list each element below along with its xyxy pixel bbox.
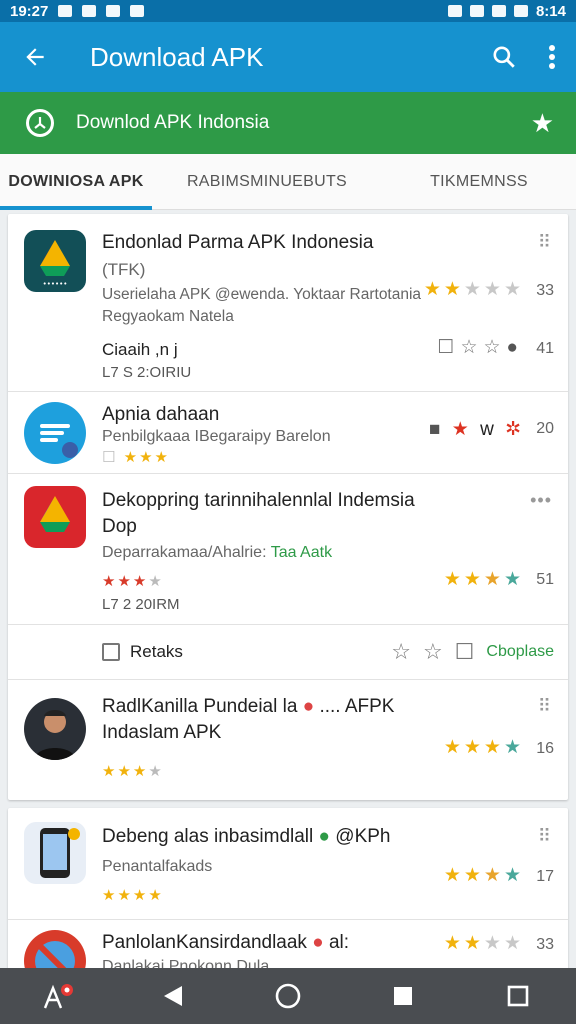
banner-label: Downlod APK Indonsia — [76, 112, 270, 133]
page-title: Download APK — [90, 41, 264, 72]
mini-rating: ★★★★ — [102, 763, 164, 780]
recents-nav-button[interactable] — [373, 968, 433, 1024]
retake-label: Retaks — [130, 641, 183, 661]
item-title: Apnia dahaan — [102, 404, 220, 425]
search-icon — [493, 46, 515, 68]
item-subtitle: (TFK) — [102, 260, 146, 279]
svg-text:••••••: •••••• — [43, 280, 68, 288]
download-logo-icon — [26, 109, 54, 137]
more-icon[interactable]: ⠿ — [538, 232, 552, 253]
list-item[interactable]: Apnia dahaan Penbilgkaaa IBegaraipy Bare… — [8, 392, 568, 474]
comment-count: 41 — [536, 340, 554, 357]
item-title: Endonlad Parma APK Indonesia — [102, 232, 374, 253]
tab-second[interactable]: RABIMSMINUEBUTS — [152, 154, 382, 209]
drive-red-app-icon — [24, 486, 86, 548]
back-arrow-icon — [26, 48, 44, 66]
more-icon[interactable]: ⠿ — [538, 826, 552, 847]
item-title: Debeng alas inbasimdlall ● @KPh — [102, 826, 391, 847]
rating-stars: ☐ ★★★ — [102, 449, 170, 466]
mini-rating: ★★★★ — [102, 573, 164, 590]
item-subtitle: Penantalfakads — [102, 858, 213, 875]
tab-third[interactable]: TIKMEMNSS — [382, 154, 576, 209]
list-item[interactable]: Dekoppring tarinnihalennlal Indemsia Dop… — [8, 474, 568, 680]
item-action-row: Retaks ☆☆☐ Cboplase — [8, 624, 568, 678]
drive-app-icon: •••••• — [24, 230, 86, 292]
search-button[interactable] — [480, 22, 528, 92]
list-item[interactable]: Debeng alas inbasimdlall ● @KPh Penantal… — [8, 808, 568, 920]
rating-stars: ★★★★ — [443, 933, 524, 954]
phone-app-icon — [24, 822, 86, 884]
rating-stars: ★★★★ — [443, 737, 524, 758]
rating-count: 33 — [536, 282, 554, 299]
item-subtitle: Penbilgkaaa IBegaraipy Barelon — [102, 428, 331, 445]
favorite-star-icon[interactable]: ★ — [531, 108, 554, 139]
back-button[interactable] — [0, 22, 70, 92]
message-icon — [106, 5, 121, 17]
item-desc-2: Regyaokam Natela — [102, 308, 234, 325]
item-title: Dekoppring tarinnihalennlal Indemsia — [102, 490, 415, 511]
rating-stars: ★★★★★ — [423, 279, 524, 300]
square-outline-icon — [508, 985, 529, 1007]
status-time-left: 19:27 — [10, 2, 49, 20]
item-subtitle: Deparrakamaa/Ahalrie: Taa Aatk — [102, 544, 333, 561]
rating-count: 17 — [536, 868, 554, 885]
rating-count: 20 — [536, 420, 554, 437]
assistant-button[interactable] — [28, 968, 88, 1024]
battery-icon — [513, 5, 528, 17]
alarm-icon — [447, 5, 462, 17]
results-card: •••••• Endonlad Parma APK Indonesia (TFK… — [8, 214, 568, 800]
square-icon — [394, 987, 413, 1005]
source-banner[interactable]: Downlod APK Indonsia ★ — [0, 92, 576, 154]
compare-link[interactable]: Cboplase — [486, 643, 554, 661]
rating-count: 33 — [536, 936, 554, 953]
results-card-2: Debeng alas inbasimdlall ● @KPh Penantal… — [8, 808, 568, 992]
app-icon-blue — [24, 402, 86, 464]
mini-rating: ★★★★ — [102, 887, 164, 904]
badges: ■ ★ w ✲ — [428, 419, 524, 440]
status-time-right: 8:14 — [535, 2, 566, 20]
rating-count: 16 — [536, 740, 554, 757]
tab-download[interactable]: DOWINIOSA APK — [0, 154, 152, 210]
triangle-back-icon — [163, 986, 182, 1006]
notification-icon — [58, 5, 73, 17]
back-nav-button[interactable] — [143, 968, 203, 1024]
assistant-icon — [43, 984, 73, 1009]
item-title: PanlolanKansirdandlaak ● al: — [102, 932, 350, 953]
retake-checkbox[interactable] — [102, 642, 120, 661]
item-actions-icons[interactable]: ☐☆☆● — [437, 336, 524, 359]
item-title-2: Indaslam APK — [102, 722, 222, 743]
sync-icon — [130, 5, 145, 17]
more-icon[interactable]: ••• — [530, 490, 552, 511]
rating-stars: ★★★★ — [443, 865, 524, 886]
image-icon — [82, 5, 97, 17]
overflow-menu-button[interactable] — [528, 22, 576, 92]
tab-bar: DOWINIOSA APK RABIMSMINUEBUTS TIKMEMNSS — [0, 154, 576, 210]
more-icon[interactable]: ⠿ — [538, 696, 552, 717]
item-title: RadlKanilla Pundeial la ● .... AFPK — [102, 696, 395, 717]
more-vert-icon — [549, 45, 555, 69]
rating-stars: ★★★★ — [443, 569, 524, 590]
item-date: L7 S 2:OIRIU — [102, 364, 192, 381]
rating-count: 51 — [536, 571, 554, 588]
avatar — [24, 698, 86, 760]
item-date: L7 2 20IRM — [102, 596, 180, 613]
item-desc: Userielaha APK @ewenda. Yoktaar Rartotan… — [102, 286, 422, 303]
list-item[interactable]: RadlKanilla Pundeial la ● .... AFPK Inda… — [8, 680, 568, 798]
signal-icon — [469, 5, 484, 17]
item-meta: Ciaaih ,n j — [102, 340, 178, 359]
action-icons[interactable]: ☆☆☐ — [391, 639, 486, 665]
home-circle-icon — [275, 983, 301, 1009]
home-nav-button[interactable] — [258, 968, 318, 1024]
list-item[interactable]: •••••• Endonlad Parma APK Indonesia (TFK… — [8, 214, 568, 392]
item-title-2: Dop — [102, 516, 137, 537]
status-bar: 19:27 8:14 — [0, 0, 576, 22]
overview-nav-button[interactable] — [488, 968, 548, 1024]
app-bar: Download APK — [0, 22, 576, 92]
system-nav-bar — [0, 968, 576, 1024]
wifi-icon — [491, 5, 506, 17]
